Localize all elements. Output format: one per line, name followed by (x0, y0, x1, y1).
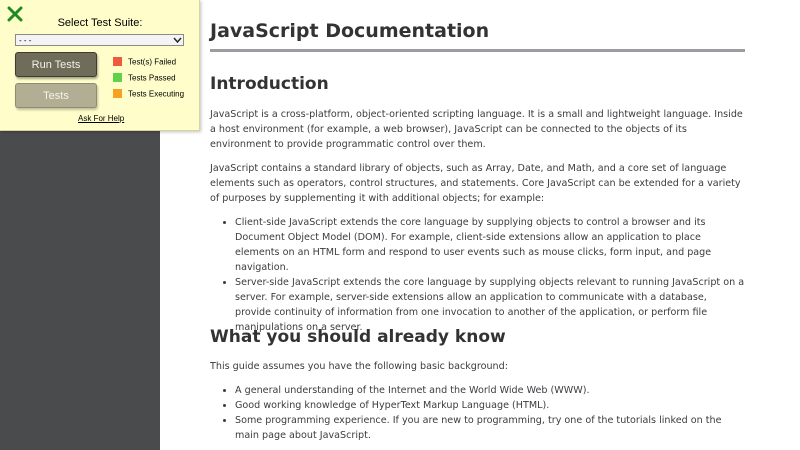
failed-swatch (113, 57, 122, 67)
intro-bullet-list: Client-side JavaScript extends the core … (210, 215, 745, 335)
list-item: A general understanding of the Internet … (235, 383, 745, 398)
select-test-suite-label: Select Test Suite: (57, 17, 143, 29)
test-suite-selected-value: - - - (19, 36, 32, 45)
know-bullet-list: A general understanding of the Internet … (210, 383, 745, 443)
ask-for-help-link[interactable]: Ask For Help (78, 114, 124, 123)
chevron-down-icon (173, 37, 182, 44)
list-item: Some programming experience. If you are … (235, 413, 745, 443)
tests-button[interactable]: Tests (15, 83, 97, 108)
run-tests-button[interactable]: Run Tests (15, 52, 97, 77)
passed-swatch (113, 73, 122, 83)
test-suite-select[interactable]: - - - (15, 34, 184, 46)
legend-label: Test(s) Failed (128, 57, 177, 67)
legend-item-passed: Tests Passed (113, 73, 176, 83)
legend-label: Tests Executing (128, 89, 185, 99)
executing-swatch (113, 89, 122, 99)
introduction-heading: Introduction (210, 74, 329, 94)
legend-item-executing: Tests Executing (113, 89, 185, 99)
list-item: Good working knowledge of HyperText Mark… (235, 398, 745, 413)
list-item: Client-side JavaScript extends the core … (235, 215, 745, 275)
title-divider (210, 49, 745, 52)
intro-paragraph-2: JavaScript contains a standard library o… (210, 163, 741, 204)
know-paragraph: This guide assumes you have the followin… (210, 361, 508, 372)
intro-paragraph-1: JavaScript is a cross-platform, object-o… (210, 109, 743, 150)
legend-item-failed: Test(s) Failed (113, 57, 177, 67)
list-item: Server-side JavaScript extends the core … (235, 275, 745, 335)
legend-label: Tests Passed (128, 73, 176, 83)
page-title: JavaScript Documentation (210, 20, 490, 42)
test-runner-panel: Select Test Suite: - - - Run Tests Tests… (0, 0, 200, 131)
what-you-should-know-heading: What you should already know (210, 327, 506, 347)
